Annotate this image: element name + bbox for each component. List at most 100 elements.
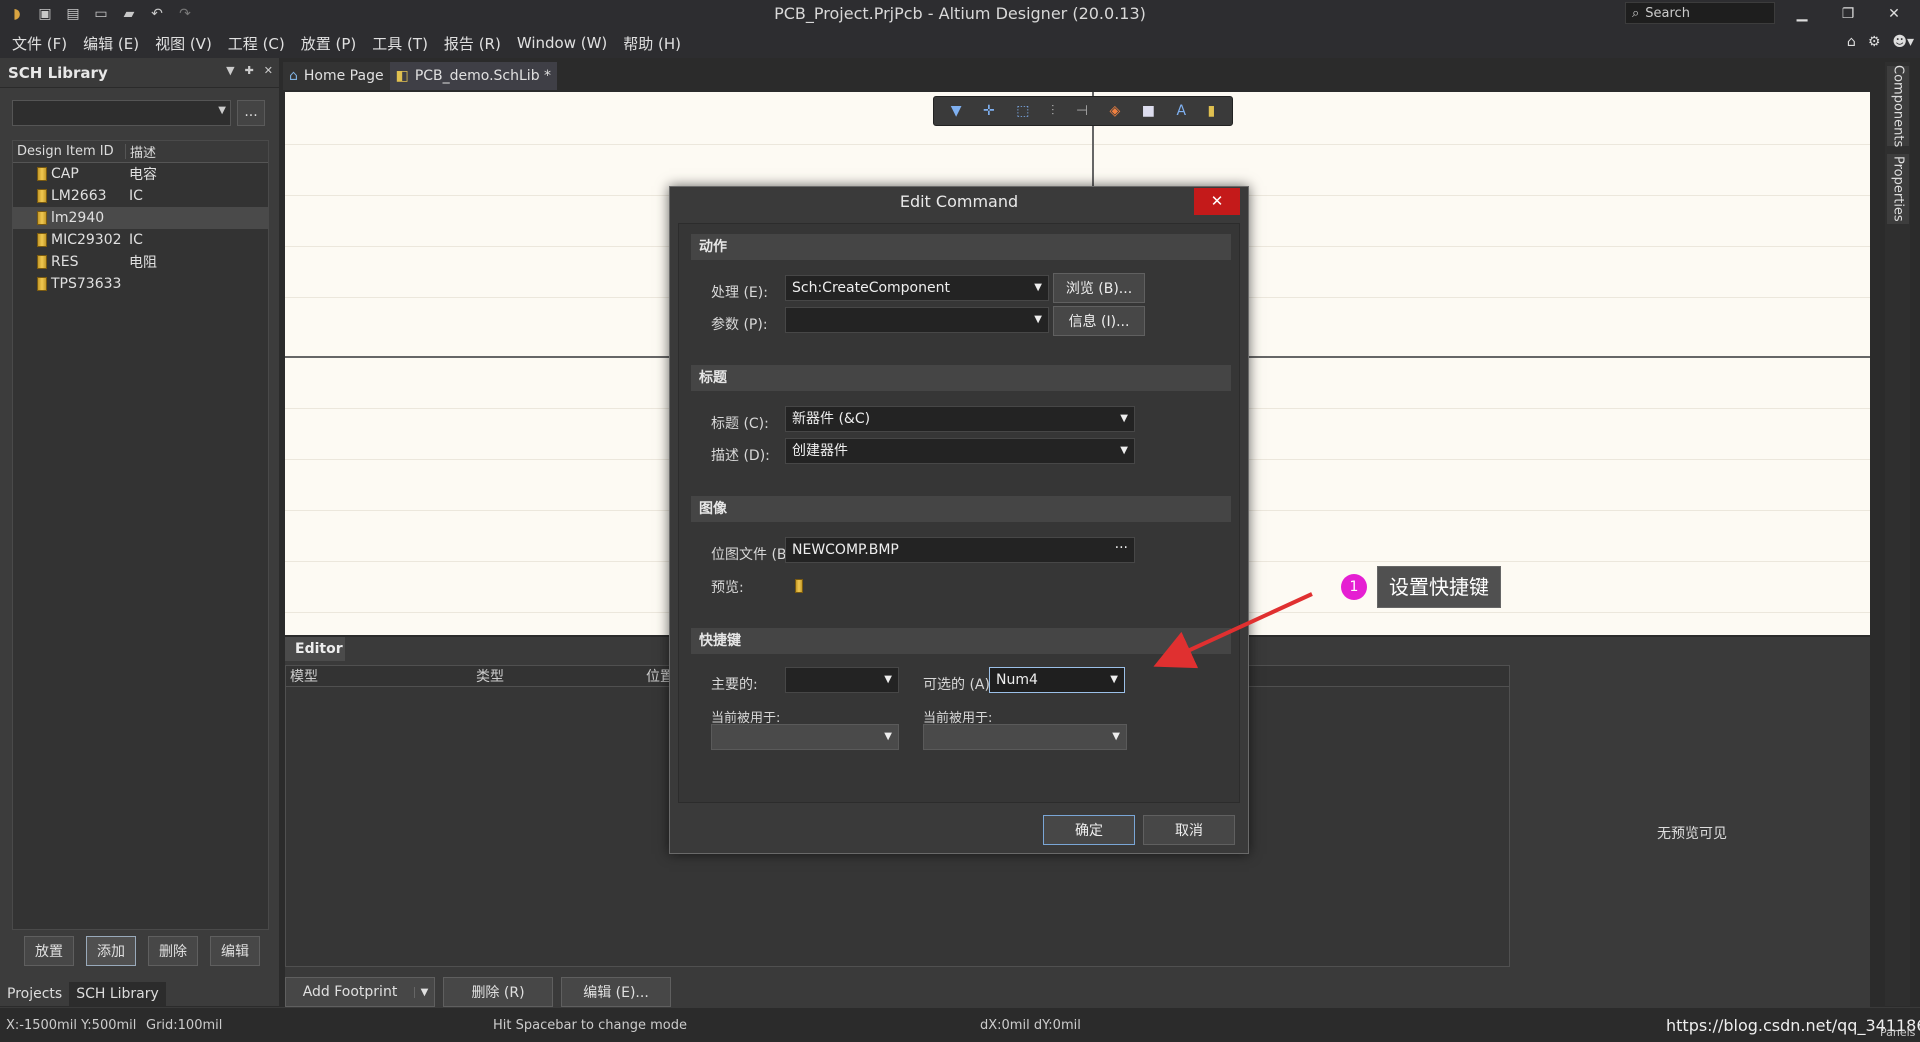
pin-place-icon[interactable]: ⊣ [1076, 103, 1088, 119]
undo-icon[interactable]: ↶ [146, 3, 168, 25]
tab-components[interactable]: Components [1887, 65, 1909, 147]
restore-button[interactable]: ❐ [1825, 0, 1871, 28]
home-icon: ⌂ [289, 68, 298, 84]
open-icon[interactable]: ▭ [90, 3, 112, 25]
tab-sch-library[interactable]: SCH Library [69, 982, 166, 1006]
open-project-icon[interactable]: ▰ [118, 3, 140, 25]
redo-icon[interactable]: ↷ [174, 3, 196, 25]
menu-window[interactable]: Window (W) [509, 34, 615, 52]
pin-icon[interactable]: ✚ [245, 64, 254, 77]
tab-properties[interactable]: Properties [1887, 154, 1909, 224]
chevron-down-icon: ▼ [884, 731, 892, 742]
user-icon[interactable]: ☻▾ [1892, 34, 1914, 50]
process-value: Sch:CreateComponent [792, 280, 950, 296]
menu-file[interactable]: 文件 (F) [4, 33, 75, 54]
info-button[interactable]: 信息 (I)... [1053, 306, 1145, 336]
description-value: 创建器件 [792, 443, 848, 459]
menu-view[interactable]: 视图 (V) [147, 33, 220, 54]
library-buttons: 放置 添加 删除 编辑 [24, 936, 260, 966]
dialog-title: Edit Command [899, 192, 1019, 211]
alternate-used-by-dropdown[interactable]: ▼ [923, 724, 1127, 750]
column-description[interactable]: 描述 [126, 142, 156, 161]
filter-icon[interactable]: ▼ [951, 103, 962, 119]
chevron-down-icon: ▼ [218, 105, 226, 116]
alternate-shortcut-value: Num4 [996, 672, 1038, 688]
table-row[interactable]: CAP 电容 [13, 163, 268, 185]
active-bar-toolbar: ▼ ✛ ⬚ ⫶ ⊣ ◈ ■ A ▮ [933, 96, 1233, 126]
home-icon[interactable]: ⌂ [1847, 34, 1856, 50]
menu-help[interactable]: 帮助 (H) [615, 33, 689, 54]
panels-button[interactable]: Panels [1880, 1026, 1915, 1039]
alternate-shortcut-dropdown[interactable]: Num4 ▼ [989, 667, 1125, 693]
menu-reports[interactable]: 报告 (R) [436, 33, 509, 54]
align-icon[interactable]: ⫶ [1051, 103, 1055, 119]
ok-button[interactable]: 确定 [1043, 815, 1135, 845]
primary-shortcut-dropdown[interactable]: ▼ [785, 667, 899, 693]
component-icon[interactable]: ▮ [1208, 103, 1216, 119]
add-button[interactable]: 添加 [86, 936, 136, 966]
edit-model-button[interactable]: 编辑 (E)... [561, 977, 671, 1007]
library-filter-combo[interactable]: ▼ [12, 100, 231, 126]
column-model[interactable]: 模型 [286, 666, 472, 686]
move-icon[interactable]: ✛ [983, 103, 995, 119]
tab-projects[interactable]: Projects [0, 982, 70, 1006]
tab-schlib[interactable]: ◧ PCB_demo.SchLib * [389, 62, 558, 90]
panel-close-icon[interactable]: ✕ [264, 64, 273, 77]
primary-used-by-dropdown[interactable]: ▼ [711, 724, 899, 750]
column-design-item-id[interactable]: Design Item ID [13, 144, 126, 159]
save-all-icon[interactable]: ▤ [62, 3, 84, 25]
table-row[interactable]: MIC29302 IC [13, 229, 268, 251]
menu-project[interactable]: 工程 (C) [220, 33, 293, 54]
table-row[interactable]: TPS73633 [13, 273, 268, 295]
menu-place[interactable]: 放置 (P) [293, 33, 365, 54]
add-footprint-button[interactable]: Add Footprint ▼ [285, 977, 435, 1007]
component-icon [37, 189, 47, 203]
eraser-icon[interactable]: ◈ [1110, 103, 1121, 119]
rectangle-icon[interactable]: ■ [1142, 103, 1155, 119]
gear-icon[interactable]: ⚙ [1868, 34, 1881, 50]
place-button[interactable]: 放置 [24, 936, 74, 966]
process-label: 处理 (E): [711, 285, 768, 301]
app-logo-icon: ◗ [13, 6, 21, 22]
bitmap-file-input[interactable]: NEWCOMP.BMP ··· [785, 537, 1135, 563]
component-table: Design Item ID 描述 CAP 电容 LM2663 IC lm2940 MIC… [12, 140, 269, 930]
column-type[interactable]: 类型 [472, 666, 642, 686]
dialog-close-button[interactable]: ✕ [1194, 188, 1240, 215]
params-dropdown[interactable]: ▼ [785, 307, 1049, 333]
table-row[interactable]: lm2940 [13, 207, 268, 229]
ellipsis-icon[interactable]: ··· [1115, 536, 1128, 560]
row-description: IC [129, 188, 143, 204]
panel-title: SCH Library [8, 63, 108, 82]
minimize-button[interactable]: ▁ [1779, 0, 1825, 28]
chevron-down-icon: ▼ [1120, 413, 1128, 424]
description-label: 描述 (D): [711, 448, 770, 464]
section-shortcut: 快捷键 [691, 628, 1231, 654]
caption-dropdown[interactable]: 新器件 (&C) ▼ [785, 406, 1135, 432]
edit-button[interactable]: 编辑 [210, 936, 260, 966]
process-dropdown[interactable]: Sch:CreateComponent ▼ [785, 275, 1049, 301]
search-box[interactable]: ⌕ Search [1625, 2, 1775, 24]
tab-home-page[interactable]: ⌂ Home Page [283, 62, 390, 90]
tab-editor[interactable]: Editor [285, 637, 345, 661]
description-dropdown[interactable]: 创建器件 ▼ [785, 438, 1135, 464]
browse-button[interactable]: 浏览 (B)... [1053, 273, 1145, 303]
chevron-down-icon[interactable]: ▼ [414, 986, 434, 998]
save-icon[interactable]: ▣ [34, 3, 56, 25]
annotation-badge: 1 [1341, 574, 1367, 600]
cancel-button[interactable]: 取消 [1143, 815, 1235, 845]
menu-edit[interactable]: 编辑 (E) [75, 33, 147, 54]
close-window-button[interactable]: ✕ [1871, 0, 1917, 28]
chevron-down-icon: ▼ [1034, 314, 1042, 325]
select-icon[interactable]: ⬚ [1016, 103, 1029, 119]
text-icon[interactable]: A [1176, 103, 1186, 119]
chevron-down-icon: ▼ [1112, 731, 1120, 742]
menu-tools[interactable]: 工具 (T) [364, 33, 436, 54]
more-button[interactable]: ... [237, 100, 265, 126]
tab-label: Home Page [303, 68, 384, 84]
delete-model-button[interactable]: 删除 (R) [443, 977, 553, 1007]
panel-menu-icon[interactable]: ▼ [226, 64, 234, 77]
table-row[interactable]: LM2663 IC [13, 185, 268, 207]
table-row[interactable]: RES 电阻 [13, 251, 268, 273]
delete-button[interactable]: 删除 [148, 936, 198, 966]
row-id: TPS73633 [51, 276, 122, 292]
